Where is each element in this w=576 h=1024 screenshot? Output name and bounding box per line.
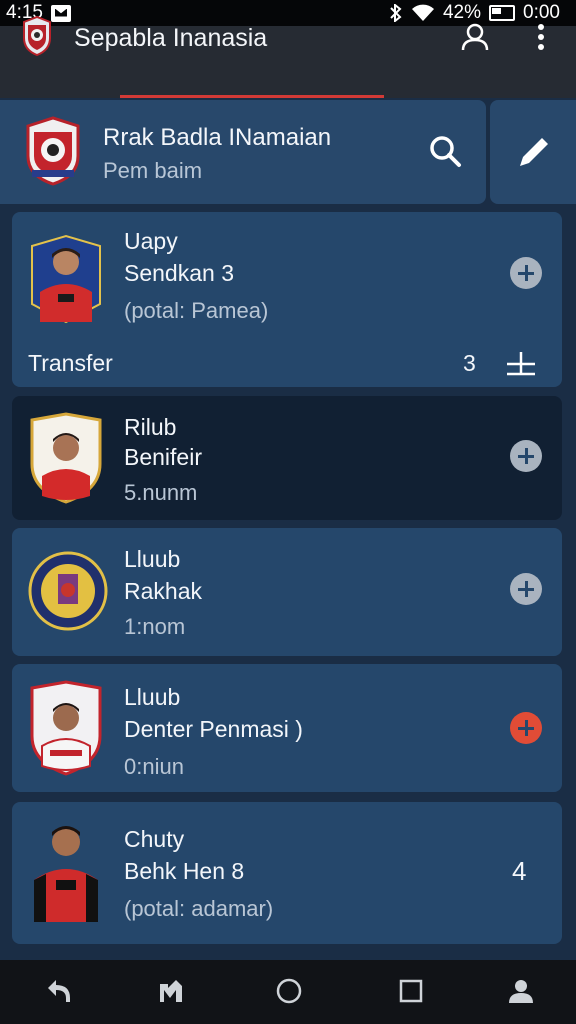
add-button-highlighted[interactable] xyxy=(510,712,542,744)
card-line3: 1:nom xyxy=(124,614,186,639)
card-line3: 0:niun xyxy=(124,754,184,779)
add-button[interactable] xyxy=(510,573,542,605)
card-line1: Uapy xyxy=(124,228,178,254)
header-subtitle: Pem baim xyxy=(103,158,203,183)
card-line1: Lluub xyxy=(124,684,181,710)
transfer-count: 3 xyxy=(463,350,476,376)
card-line1: Rilub xyxy=(124,414,177,440)
add-button[interactable] xyxy=(510,440,542,472)
bluetooth-icon xyxy=(390,4,402,22)
club-crest-icon xyxy=(26,116,80,186)
transfer-label: Transfer xyxy=(28,350,113,376)
player-avatar xyxy=(34,826,98,922)
card-line1: Chuty xyxy=(124,826,185,852)
overview-icon[interactable] xyxy=(396,976,426,1006)
card-line3: 5.nunm xyxy=(124,480,198,505)
crest-icon xyxy=(23,16,51,56)
search-icon[interactable] xyxy=(426,132,464,170)
card-line2: Sendkan 3 xyxy=(124,260,234,286)
card-line3: (potal: Pamea) xyxy=(124,298,269,323)
back-icon[interactable] xyxy=(44,976,74,1006)
home-icon[interactable] xyxy=(274,976,304,1006)
edit-icon[interactable] xyxy=(514,132,554,172)
recent-apps-icon[interactable] xyxy=(156,976,186,1006)
card-line2: Behk Hen 8 xyxy=(124,858,245,884)
player-avatar xyxy=(30,680,102,776)
card-line2: Benifeir xyxy=(124,444,202,470)
user-icon[interactable] xyxy=(460,22,490,52)
battery-percent: 42% xyxy=(442,2,482,23)
card-line2: Rakhak xyxy=(124,578,202,604)
tab-indicator xyxy=(120,95,384,98)
card-count: 4 xyxy=(512,856,527,886)
wifi-icon xyxy=(411,4,434,21)
card-line3: (potal: adamar) xyxy=(124,896,274,921)
player-avatar xyxy=(30,412,102,504)
player-avatar xyxy=(31,234,101,324)
header-title: Rrak Badla INamaian xyxy=(103,124,332,151)
app-title: Sepabla Inanasia xyxy=(74,24,268,52)
status-clock: 0:00 xyxy=(523,2,560,23)
profile-icon[interactable] xyxy=(506,976,536,1006)
club-badge-icon xyxy=(28,551,108,631)
battery-icon xyxy=(489,5,516,21)
notification-icon xyxy=(50,4,71,22)
more-icon[interactable] xyxy=(528,22,554,52)
card-line2: Denter Penmasi ) xyxy=(124,716,303,742)
transfer-icon[interactable] xyxy=(504,350,538,378)
card-line1: Lluub xyxy=(124,546,181,572)
add-button[interactable] xyxy=(510,257,542,289)
